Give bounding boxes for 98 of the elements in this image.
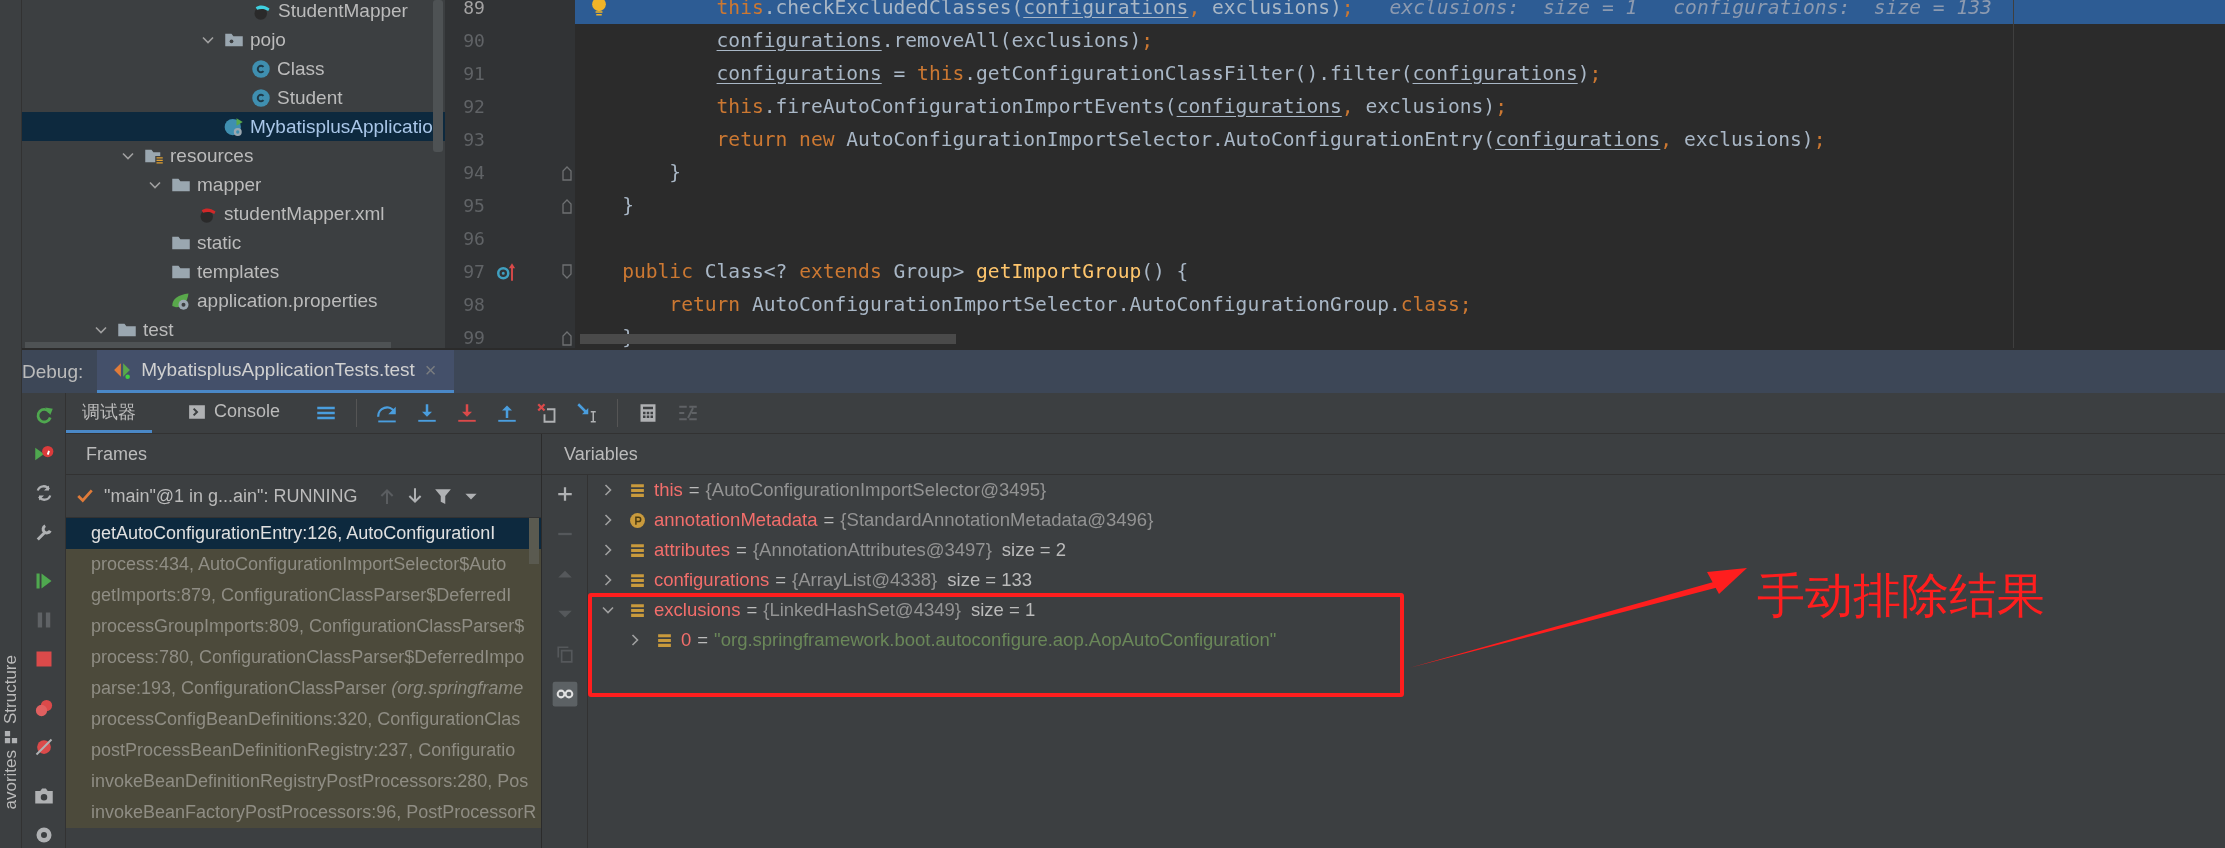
equals-sign: = (688, 479, 700, 501)
structure-icon (3, 730, 18, 744)
tree-item[interactable]: Class (22, 54, 445, 83)
equals-sign: = (775, 569, 786, 591)
field-icon (629, 571, 646, 589)
variable-size: size = 133 (947, 569, 1033, 591)
fold-end-icon[interactable] (562, 164, 573, 181)
step-over-icon[interactable] (377, 403, 398, 423)
variable-name: this (654, 479, 683, 501)
step-into-icon[interactable] (417, 403, 438, 423)
tree-item[interactable]: templates (22, 257, 445, 286)
thread-selector[interactable]: "main"@1 in g...ain": RUNNING (104, 485, 358, 507)
code-line: configurations = this.getConfigurationClassFilter().filter(configurations); (715, 61, 1603, 87)
equals-sign: = (823, 509, 835, 531)
tree-item[interactable]: resources (22, 141, 445, 170)
tree-item[interactable]: Student (22, 83, 445, 112)
debug-label: Debug: (22, 359, 85, 384)
field-icon (656, 631, 673, 649)
variable-name: 0 (681, 629, 692, 651)
tree-item[interactable]: test (22, 315, 445, 344)
variable-value: {ArrayList@4338} (792, 569, 938, 591)
frames-title: Frames (86, 443, 147, 465)
filter-icon[interactable] (433, 487, 452, 505)
code-line: return new AutoConfigurationImportSelector.AutoConfigurationEntry(configurations, exclusions); (715, 127, 1827, 153)
override-icon[interactable] (496, 261, 517, 282)
calculator-icon[interactable] (638, 403, 659, 423)
tree-item[interactable]: MybatisplusApplicatio (22, 112, 445, 141)
code-line: public Class<? extends Group> getImportGroup() { (621, 259, 1190, 285)
line-number: 89 (462, 0, 485, 18)
console-icon (188, 402, 206, 421)
tree-item-label: StudentMapper (278, 0, 408, 22)
code-line: return AutoConfigurationImportSelector.AutoConfigurationGroup.class; (668, 292, 1473, 318)
variable-size: size = 1 (970, 599, 1036, 621)
class-icon (251, 87, 271, 108)
field-icon (629, 541, 646, 559)
tree-item-label: resources (170, 144, 254, 167)
fold-end-icon[interactable] (562, 329, 573, 346)
force-step-into-icon[interactable] (457, 403, 478, 423)
variables-title: Variables (564, 443, 638, 465)
tree-item-label: test (143, 318, 174, 341)
tree-item-label: static (197, 231, 242, 254)
spring-class-icon (224, 116, 244, 137)
scrollbar[interactable] (433, 0, 443, 152)
step-out-icon[interactable] (497, 403, 518, 423)
favorites-tab[interactable]: avorites (0, 750, 21, 810)
variable-name: exclusions (654, 599, 741, 621)
variable-value: {StandardAnnotationMetadata@3496} (840, 509, 1154, 531)
tree-item-label: pojo (250, 28, 286, 51)
tree-item[interactable]: application.properties (22, 286, 445, 315)
breakpoints-icon[interactable] (33, 698, 54, 718)
scrollbar[interactable] (529, 518, 539, 564)
class-icon (251, 58, 271, 79)
debugger-tab[interactable]: Console (172, 393, 297, 433)
variable-value: {LinkedHashSet@4349} (763, 599, 961, 621)
scrollbar[interactable] (25, 342, 391, 348)
equals-sign: = (736, 539, 747, 561)
tree-item[interactable]: static (22, 228, 445, 257)
fold-end-icon[interactable] (562, 197, 573, 214)
variable-value: {AnnotationAttributes@3497} (752, 539, 992, 561)
session-tab[interactable]: MybatisplusApplicationTests.test × (97, 350, 455, 393)
equals-sign: = (746, 599, 758, 621)
parameter-icon (629, 511, 646, 529)
debug-icon (113, 361, 132, 379)
code-line: this.fireAutoConfigurationImportEvents(configurations, exclusions); (715, 94, 1508, 120)
variable-name: configurations (654, 569, 770, 591)
camera-icon[interactable] (33, 786, 54, 806)
add-icon[interactable] (555, 485, 574, 503)
tree-item-label: application.properties (197, 289, 378, 312)
tree-item-label: studentMapper.xml (224, 202, 385, 225)
field-icon (629, 481, 646, 499)
structure-tab[interactable]: Structure (0, 655, 21, 724)
tree-item[interactable]: mapper (22, 170, 445, 199)
variable-value: {AutoConfigurationImportSelector@3495} (705, 479, 1047, 501)
code-line: configurations.removeAll(exclusions); (715, 28, 1155, 54)
callout-text: 手动排除结果 (1757, 568, 2045, 624)
equals-sign: = (697, 629, 709, 651)
mute-breakpoints-icon[interactable] (33, 737, 54, 757)
tree-item-label: Student (277, 86, 343, 109)
tree-item[interactable]: pojo (22, 25, 445, 54)
field-icon (629, 601, 646, 619)
variable-size: size = 2 (1001, 539, 1067, 561)
tree-item-label: MybatisplusApplicatio (250, 115, 433, 138)
check-icon (76, 487, 94, 505)
stack-frame[interactable]: getAutoConfigurationEntry:126, AutoConfigurationI (66, 518, 541, 549)
tree-item[interactable]: studentMapper.xml (22, 199, 445, 228)
debugger-tab[interactable]: 调试器 (66, 393, 152, 433)
variable-value: "org.springframework.boot.autoconfigure.aop.AopAutoConfiguration" (714, 629, 1277, 651)
tree-item-label: templates (197, 260, 280, 283)
fold-start-icon[interactable] (562, 263, 573, 280)
tree-item-label: Class (277, 57, 325, 80)
drop-frame-icon[interactable] (537, 403, 558, 423)
tree-item[interactable]: StudentMapper (22, 0, 445, 25)
tree-item-label: mapper (197, 173, 262, 196)
code-line: } (621, 193, 635, 219)
variable-name: attributes (654, 539, 731, 561)
variable-name: annotationMetadata (654, 509, 818, 531)
run-to-cursor-icon[interactable] (577, 403, 598, 423)
code-line: } (668, 160, 683, 186)
